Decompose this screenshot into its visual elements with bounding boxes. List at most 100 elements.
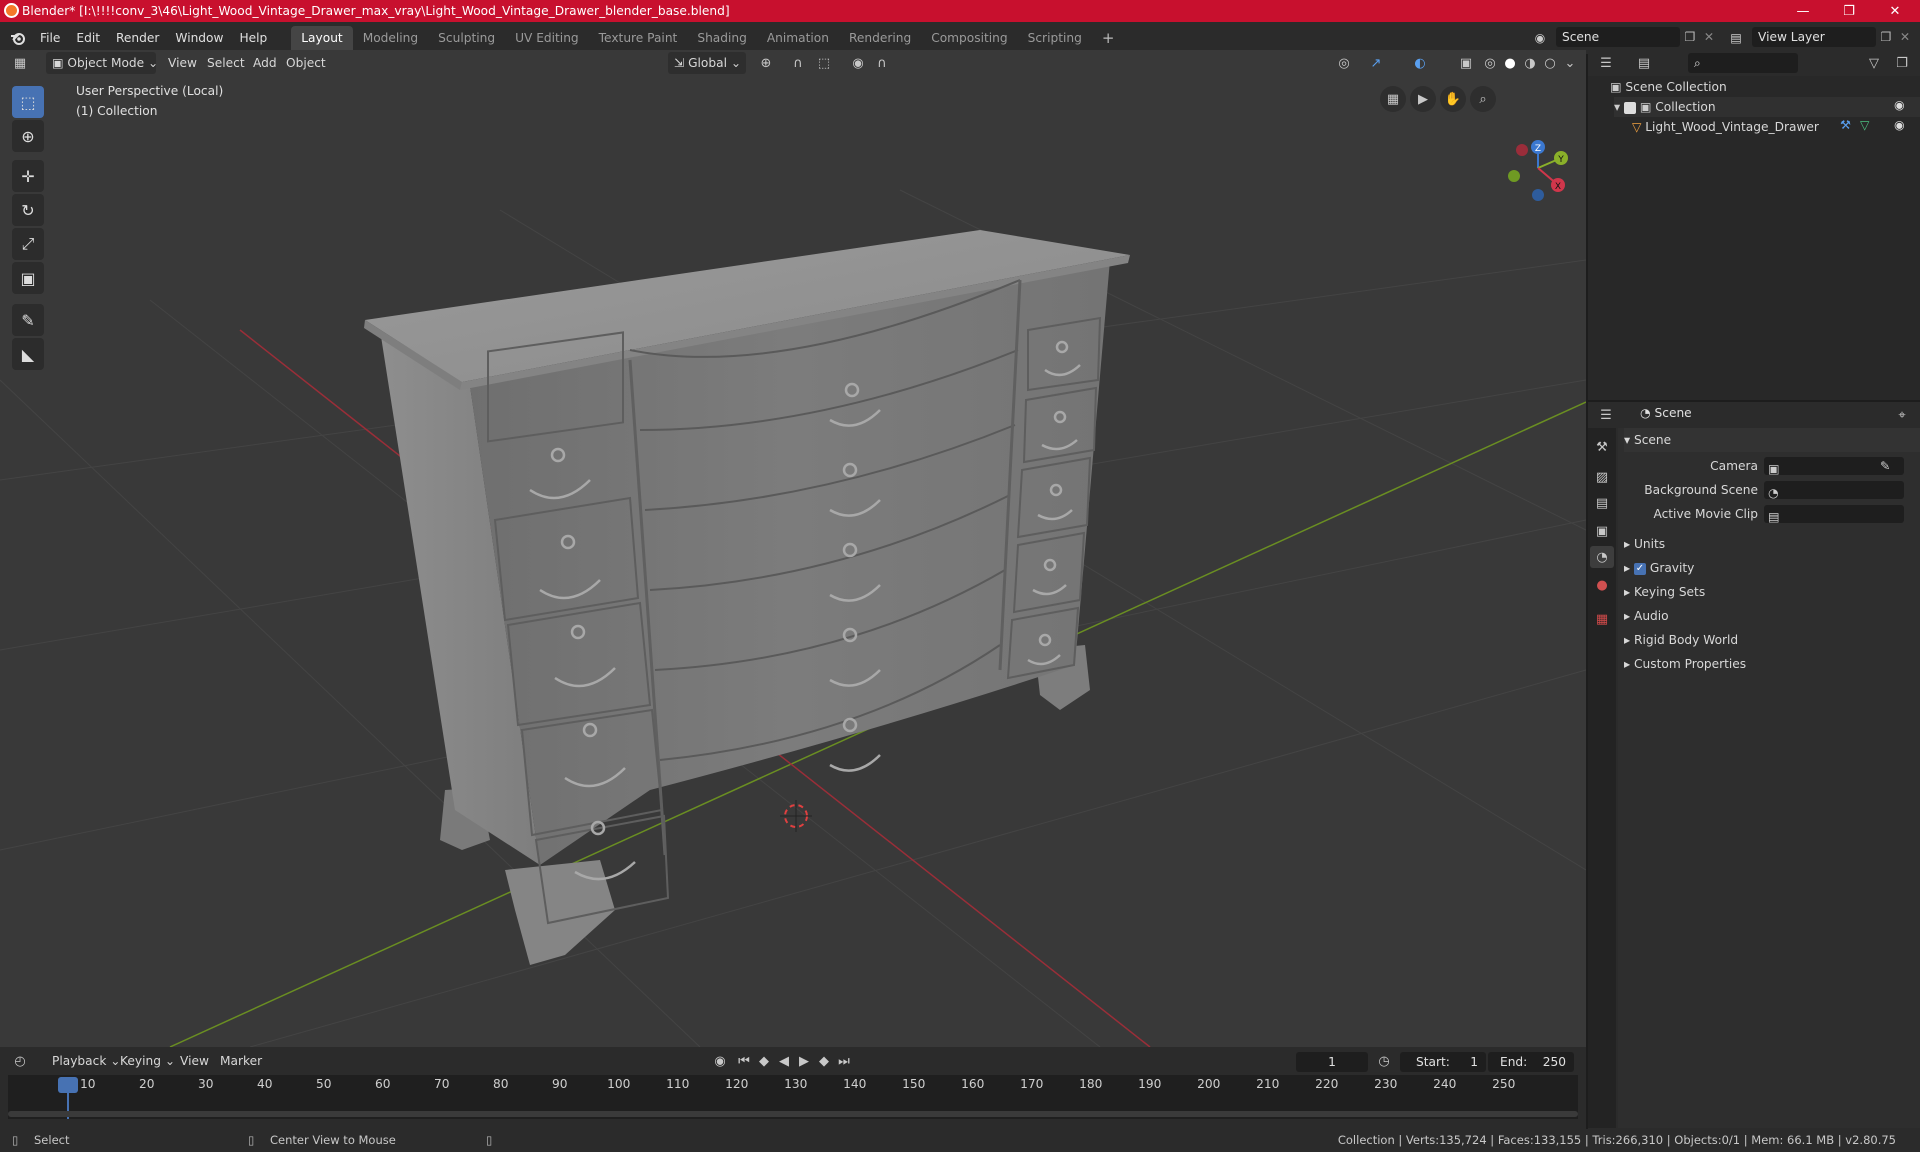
collection-eye-icon[interactable]: ◉ (1894, 98, 1905, 112)
properties-editor-type-icon[interactable]: ☰ (1594, 404, 1618, 426)
end-frame-field[interactable]: End: 250 (1488, 1052, 1574, 1072)
audio-panel-header[interactable]: ▸ Audio (1624, 604, 1920, 628)
tab-rendering[interactable]: Rendering (839, 26, 921, 50)
tool-tab-icon[interactable]: ⚒ (1590, 436, 1614, 458)
mode-dropdown[interactable]: ▣ Object Mode ⌄ (46, 52, 158, 74)
active-movie-clip-field[interactable]: ▤ (1764, 505, 1904, 524)
editor-type-icon[interactable]: ▦ (8, 52, 32, 74)
keying-sets-panel-header[interactable]: ▸ Keying Sets (1624, 580, 1920, 604)
tab-shading[interactable]: Shading (687, 26, 757, 50)
outliner-search-input[interactable]: ⌕ (1688, 53, 1798, 73)
3d-viewport[interactable]: Z Y X ▦ ▣ Object Mode ⌄ View Select Add … (0, 50, 1586, 1047)
render-tab-icon[interactable]: ▨ (1590, 466, 1614, 488)
pivot-point-icon[interactable]: ⊕ (754, 52, 778, 74)
transform-orientation-dropdown[interactable]: ⇲ Global ⌄ (668, 52, 746, 74)
units-panel-header[interactable]: ▸ Units (1624, 532, 1920, 556)
current-frame-field[interactable]: 1 (1296, 1052, 1368, 1072)
move-tool-icon[interactable]: ✛ (12, 160, 44, 192)
custom-properties-panel-header[interactable]: ▸ Custom Properties (1624, 652, 1920, 676)
new-collection-icon[interactable]: ❐ (1890, 52, 1914, 74)
delete-scene-icon[interactable]: ✕ (1700, 27, 1718, 47)
gizmo-toggle-icon[interactable]: ↗ (1364, 52, 1388, 74)
jump-end-icon[interactable]: ⏭ (832, 1050, 856, 1072)
visibility-icon[interactable]: ◎ (1332, 52, 1356, 74)
new-view-layer-icon[interactable]: ❐ (1876, 27, 1896, 47)
menu-window[interactable]: Window (167, 27, 231, 49)
pin-icon[interactable]: ⌖ (1890, 404, 1914, 426)
timeline-menu-marker[interactable]: Marker (214, 1050, 268, 1072)
tab-uv-editing[interactable]: UV Editing (505, 26, 589, 50)
shading-options-icon[interactable]: ⌄ (1558, 52, 1582, 74)
cursor-tool-icon[interactable]: ⊕ (12, 120, 44, 152)
scene-section-header[interactable]: ▾ Scene (1624, 428, 1920, 452)
zoom-view-icon[interactable]: ⌕ (1470, 86, 1496, 112)
delete-view-layer-icon[interactable]: ✕ (1896, 27, 1914, 47)
world-tab-icon[interactable]: ● (1590, 574, 1614, 596)
tab-scripting[interactable]: Scripting (1018, 26, 1092, 50)
view-layer-field[interactable]: View Layer (1752, 27, 1876, 47)
tab-texture-paint[interactable]: Texture Paint (589, 26, 688, 50)
eyedropper-icon[interactable]: ✎ (1880, 454, 1890, 478)
close-window-button[interactable]: ✕ (1872, 0, 1918, 22)
filter-icon[interactable]: ▽ (1862, 52, 1886, 74)
blender-menu-icon[interactable] (4, 27, 32, 49)
modifier-wrench-icon[interactable]: ⚒ (1840, 118, 1851, 132)
viewport-menu-view[interactable]: View (162, 52, 203, 74)
object-eye-icon[interactable]: ◉ (1894, 118, 1905, 132)
rotate-tool-icon[interactable]: ↻ (12, 194, 44, 226)
output-tab-icon[interactable]: ▤ (1590, 492, 1614, 514)
menu-render[interactable]: Render (108, 27, 167, 49)
minimize-button[interactable]: — (1780, 0, 1826, 22)
falloff-icon[interactable]: ∩ (870, 52, 894, 74)
menu-file[interactable]: File (32, 27, 68, 49)
timeline-menu-keying[interactable]: Keying ⌄ (114, 1050, 181, 1072)
new-scene-icon[interactable]: ❐ (1680, 27, 1700, 47)
navigation-gizmo[interactable]: Z Y X (1508, 140, 1568, 201)
outliner-row-object[interactable]: ▽ Light_Wood_Vintage_Drawer (1632, 117, 1920, 137)
timeline-menu-view[interactable]: View (174, 1050, 215, 1072)
timeline-scrollbar[interactable] (8, 1111, 1578, 1117)
annotate-tool-icon[interactable]: ✎ (12, 304, 44, 336)
scene-selector-icon[interactable]: ◉ (1526, 27, 1554, 49)
restore-button[interactable]: ❐ (1826, 0, 1872, 22)
3d-cursor-icon[interactable] (780, 800, 812, 832)
measure-tool-icon[interactable]: ◣ (12, 338, 44, 370)
viewport-menu-object[interactable]: Object (280, 52, 332, 74)
tab-compositing[interactable]: Compositing (921, 26, 1017, 50)
collection-checkbox[interactable] (1624, 101, 1636, 114)
tab-modeling[interactable]: Modeling (353, 26, 428, 50)
xray-icon[interactable]: ▣ (1454, 52, 1478, 74)
start-frame-field[interactable]: Start: 1 (1400, 1052, 1486, 1072)
scale-tool-icon[interactable]: ⤢ (12, 228, 44, 260)
viewport-menu-add[interactable]: Add (247, 52, 283, 74)
background-scene-field[interactable]: ◔ (1764, 481, 1904, 500)
scene-tab-icon[interactable]: ◔ (1590, 546, 1614, 568)
timeline-scrubber[interactable]: 1102030405060708090100110120130140150160… (8, 1075, 1578, 1119)
timeline-editor-type-icon[interactable]: ◴ (8, 1050, 32, 1072)
gravity-panel-header[interactable]: ▸ ✓ Gravity (1624, 556, 1920, 580)
outliner-editor-type-icon[interactable]: ☰ (1594, 52, 1618, 74)
transform-tool-icon[interactable]: ▣ (12, 262, 44, 294)
tab-layout[interactable]: Layout (291, 26, 353, 50)
view-layer-tab-icon[interactable]: ▣ (1590, 520, 1614, 542)
outliner-row-collection[interactable]: ▾ ▣ Collection (1614, 97, 1920, 117)
view-layer-icon[interactable]: ▤ (1722, 27, 1750, 49)
preview-range-icon[interactable]: ◷ (1372, 1050, 1396, 1072)
camera-view-icon[interactable]: ▶ (1410, 86, 1436, 112)
overlays-icon[interactable]: ◐ (1408, 52, 1432, 74)
snap-icon[interactable]: ∩ (786, 52, 810, 74)
playhead-marker[interactable] (58, 1077, 78, 1093)
proportional-edit-icon[interactable]: ◉ (846, 52, 870, 74)
tab-sculpting[interactable]: Sculpting (428, 26, 505, 50)
tab-animation[interactable]: Animation (757, 26, 839, 50)
menu-edit[interactable]: Edit (68, 27, 108, 49)
display-mode-icon[interactable]: ▤ (1632, 52, 1656, 74)
snap-target-icon[interactable]: ⬚ (812, 52, 836, 74)
viewport-menu-select[interactable]: Select (201, 52, 251, 74)
scene-field[interactable]: Scene (1556, 27, 1680, 47)
pan-view-hand-icon[interactable]: ✋ (1440, 86, 1466, 112)
rigid-body-world-panel-header[interactable]: ▸ Rigid Body World (1624, 628, 1920, 652)
mesh-data-icon[interactable]: ▽ (1860, 118, 1869, 132)
texture-tab-icon[interactable]: ▦ (1590, 608, 1614, 630)
record-icon[interactable]: ◉ (708, 1050, 732, 1072)
